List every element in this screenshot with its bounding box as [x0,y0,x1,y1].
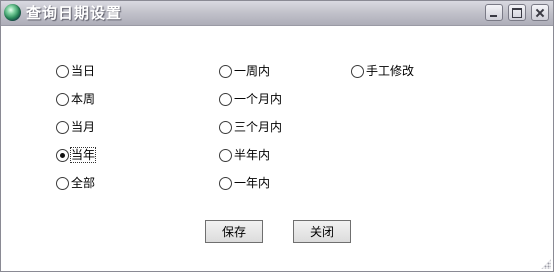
minimize-button[interactable] [485,4,503,21]
save-button[interactable]: 保存 [205,220,263,243]
radio-circle[interactable] [219,148,232,162]
radio-label: 手工修改 [366,64,415,78]
radio-label: 当月 [71,120,96,134]
maximize-button[interactable] [508,4,526,21]
radio-half-year[interactable]: 半年内 [219,146,270,164]
radio-one-week[interactable]: 一周内 [219,62,270,80]
radio-circle[interactable] [219,176,232,190]
radio-this-year[interactable]: 当年 [56,146,97,164]
radio-label: 本周 [71,92,96,106]
radio-circle[interactable] [219,120,232,134]
radio-this-week[interactable]: 本周 [56,90,95,108]
radio-circle[interactable] [56,148,69,162]
radio-circle[interactable] [56,120,69,134]
radio-today[interactable]: 当日 [56,62,95,80]
radio-all[interactable]: 全部 [56,174,95,192]
radio-label: 当年 [69,147,97,163]
globe-icon [4,4,21,21]
radio-label: 全部 [71,176,96,190]
radio-this-month[interactable]: 当月 [56,118,95,136]
radio-label: 半年内 [234,148,271,162]
radio-label: 当日 [71,64,96,78]
radio-circle[interactable] [219,92,232,106]
radio-circle[interactable] [56,176,69,190]
close-button[interactable]: 关闭 [293,220,351,243]
radio-circle[interactable] [219,64,232,78]
radio-one-month[interactable]: 一个月内 [219,90,282,108]
radio-label: 一个月内 [234,92,283,106]
radio-three-months[interactable]: 三个月内 [219,118,282,136]
title-bar: 查询日期设置 [1,1,553,26]
close-window-button[interactable] [531,4,549,21]
radio-circle[interactable] [56,64,69,78]
resize-grip-icon[interactable] [541,259,551,269]
radio-circle[interactable] [56,92,69,106]
radio-label: 一周内 [234,64,271,78]
radio-label: 一年内 [234,176,271,190]
window-title: 查询日期设置 [26,4,123,22]
query-date-settings-window: 查询日期设置 当日 本周 当月 当年 全部 一周内 一个月内 三个月内 半年内 [0,0,554,272]
radio-label: 三个月内 [234,120,283,134]
radio-manual[interactable]: 手工修改 [351,62,414,80]
radio-circle[interactable] [351,64,364,78]
radio-one-year[interactable]: 一年内 [219,174,270,192]
